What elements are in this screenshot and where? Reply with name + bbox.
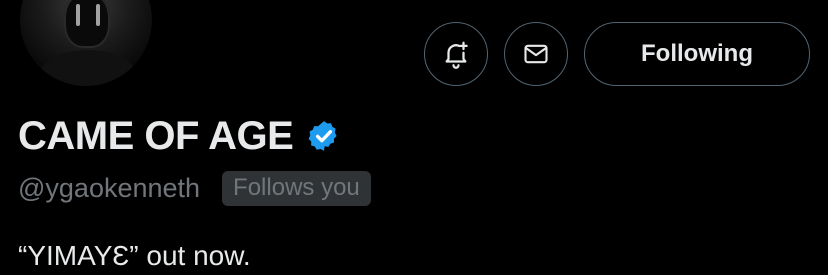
avatar-face bbox=[64, 0, 110, 48]
following-button[interactable]: Following bbox=[584, 22, 810, 86]
handle-row: @ygaokenneth Follows you bbox=[18, 168, 371, 208]
notifications-button[interactable] bbox=[424, 22, 488, 86]
avatar-shoulders bbox=[40, 50, 136, 86]
user-handle: @ygaokenneth bbox=[18, 172, 201, 203]
name-row: CAME OF AGE bbox=[18, 112, 341, 160]
avatar-face-paint bbox=[76, 4, 80, 26]
avatar-face-paint bbox=[96, 4, 100, 26]
follows-you-badge: Follows you bbox=[222, 170, 371, 206]
verified-badge-icon[interactable] bbox=[307, 119, 341, 153]
message-button[interactable] bbox=[504, 22, 568, 86]
profile-avatar[interactable] bbox=[18, 0, 154, 88]
display-name: CAME OF AGE bbox=[18, 113, 294, 158]
profile-bio: “YIMAYƐ” out now. bbox=[18, 240, 251, 271]
envelope-icon bbox=[524, 44, 548, 64]
bell-plus-icon bbox=[445, 41, 468, 69]
